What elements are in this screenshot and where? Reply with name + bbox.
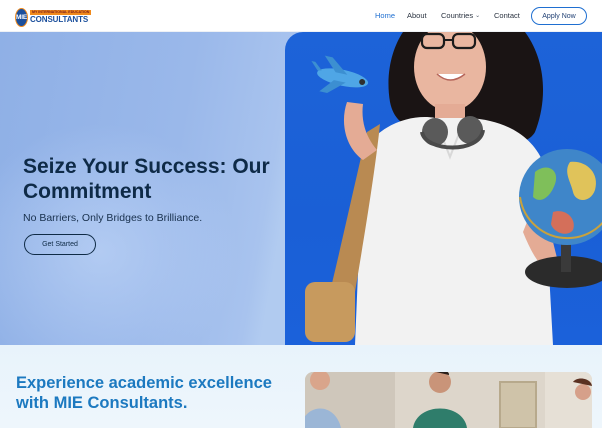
student-illustration bbox=[305, 32, 602, 345]
get-started-button[interactable]: Get Started bbox=[24, 234, 96, 255]
hero-subtitle: No Barriers, Only Bridges to Brilliance. bbox=[23, 212, 203, 224]
nav-countries[interactable]: Countries ⌄ bbox=[441, 11, 480, 20]
chevron-down-icon: ⌄ bbox=[475, 13, 481, 19]
section-title: Experience academic excellence with MIE … bbox=[16, 374, 272, 413]
nav-contact[interactable]: Contact bbox=[494, 11, 520, 20]
logo-mark: MIE bbox=[15, 7, 28, 27]
excellence-section: Experience academic excellence with MIE … bbox=[0, 345, 602, 428]
site-header: MIE MY INTERNATIONAL EDUCATION CONSULTAN… bbox=[0, 0, 602, 32]
hero-section: Seize Your Success: Our Commitment No Ba… bbox=[0, 32, 602, 345]
nav-about[interactable]: About bbox=[407, 11, 427, 20]
logo-name: CONSULTANTS bbox=[29, 15, 89, 25]
nav-home[interactable]: Home bbox=[375, 11, 395, 20]
site-logo[interactable]: MIE MY INTERNATIONAL EDUCATION CONSULTAN… bbox=[15, 6, 92, 28]
hero-student-photo bbox=[285, 32, 602, 345]
logo-text: MY INTERNATIONAL EDUCATION CONSULTANTS bbox=[29, 9, 92, 25]
apply-now-button[interactable]: Apply Now bbox=[531, 7, 587, 25]
consultants-photo bbox=[305, 372, 592, 428]
nav-countries-label: Countries bbox=[441, 11, 474, 20]
hero-title: Seize Your Success: Our Commitment bbox=[23, 155, 270, 204]
consultants-illustration bbox=[305, 372, 592, 428]
